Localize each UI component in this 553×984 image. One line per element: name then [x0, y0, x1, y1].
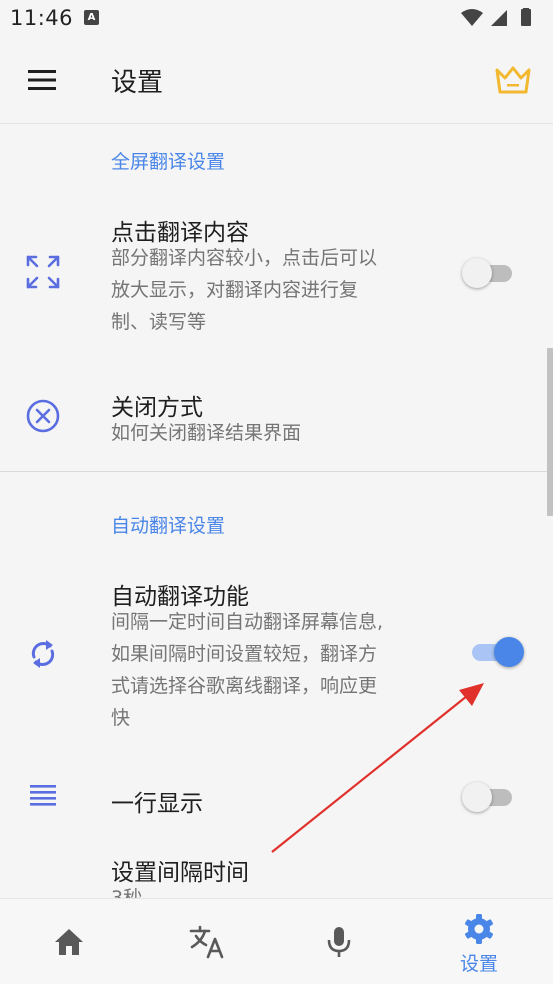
refresh-icon: [31, 640, 55, 668]
single-line-switch[interactable]: [462, 781, 518, 813]
notification-icon: A: [84, 10, 99, 25]
desc-line: 部分翻译内容较小，点击后可以: [111, 247, 378, 269]
desc-line: 快: [111, 707, 131, 729]
switch-thumb: [462, 782, 492, 812]
switch-thumb: [462, 258, 492, 288]
bottom-navigation: 设置: [0, 898, 553, 984]
nav-home[interactable]: [0, 899, 138, 984]
nav-translate[interactable]: [138, 899, 276, 984]
battery-icon: [521, 9, 531, 26]
desc-line: 间隔一定时间自动翻译屏幕信息,: [111, 611, 384, 633]
switch-thumb: [494, 637, 524, 667]
expand-icon: [26, 255, 60, 289]
desc-line: 放大显示，对翻译内容进行复: [111, 279, 359, 301]
lines-icon: [30, 785, 56, 806]
wifi-icon: [461, 9, 483, 26]
section-header-auto: 自动翻译设置: [111, 515, 226, 537]
nav-voice[interactable]: [270, 899, 408, 984]
tap-translate-description: 部分翻译内容较小，点击后可以 放大显示，对翻译内容进行复 制、读写等: [111, 242, 431, 338]
section-header-fullscreen: 全屏翻译设置: [111, 151, 226, 173]
settings-content[interactable]: 全屏翻译设置 点击翻译内容 部分翻译内容较小，点击后可以 放大显示，对翻译内容进…: [0, 125, 553, 898]
microphone-icon: [327, 927, 351, 957]
auto-translate-description: 间隔一定时间自动翻译屏幕信息, 如果间隔时间设置较短，翻译方 式请选择谷歌离线翻…: [111, 606, 441, 734]
nav-settings[interactable]: 设置: [410, 899, 548, 984]
menu-button[interactable]: [20, 62, 60, 98]
desc-line: 式请选择谷歌离线翻译，响应更: [111, 675, 378, 697]
app-bar: 设置: [0, 36, 553, 124]
signal-icon: [491, 10, 507, 26]
translate-icon: [189, 925, 224, 959]
close-circle-icon: [26, 399, 60, 433]
settings-icon: [465, 914, 493, 944]
menu-icon: [28, 70, 56, 90]
tap-translate-switch[interactable]: [462, 257, 518, 289]
crown-icon: [495, 66, 531, 94]
scrollbar[interactable]: [547, 348, 553, 516]
status-bar: 11:46 A: [0, 0, 553, 36]
interval-value: 3秒: [111, 887, 143, 898]
desc-line: 如果间隔时间设置较短，翻译方: [111, 643, 378, 665]
close-method-description: 如何关闭翻译结果界面: [111, 422, 302, 444]
status-icons: [461, 8, 531, 26]
section-divider: [0, 471, 553, 472]
home-icon: [55, 929, 83, 955]
desc-line: 制、读写等: [111, 311, 207, 333]
auto-translate-switch[interactable]: [466, 636, 524, 668]
status-time: 11:46: [10, 6, 74, 30]
single-line-title: 一行显示: [111, 791, 203, 817]
nav-settings-label: 设置: [459, 953, 498, 975]
page-title: 设置: [111, 68, 164, 98]
premium-button[interactable]: [493, 62, 533, 98]
